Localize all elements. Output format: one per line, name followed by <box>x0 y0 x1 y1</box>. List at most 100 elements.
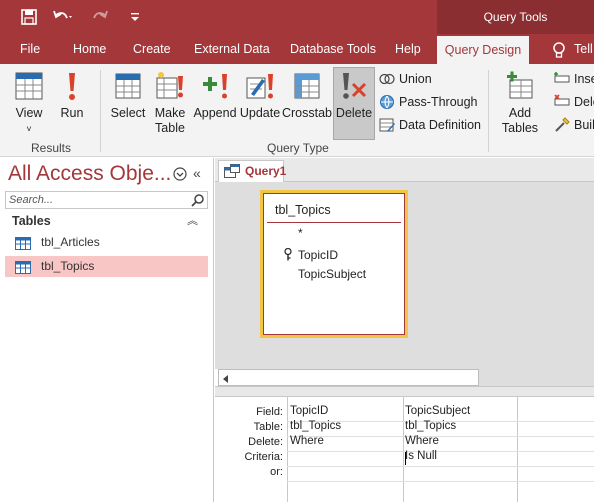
field-list-title[interactable]: tbl_Topics <box>275 203 331 217</box>
select-label: Select <box>110 106 146 120</box>
make-table-icon <box>154 70 186 102</box>
tab-help[interactable]: Help <box>389 34 427 64</box>
add-tables-icon <box>504 70 536 102</box>
tab-query1[interactable]: Query1 <box>218 160 287 182</box>
collapse-section-icon[interactable]: ︽ <box>187 212 198 230</box>
context-tab-label: Query Tools <box>483 10 548 24</box>
query-design-upper-pane: tbl_Topics * TopicID TopicSubject <box>215 182 594 369</box>
nav-pane-title[interactable]: All Access Obje... <box>8 162 171 186</box>
collapse-pane-icon[interactable]: « <box>193 165 201 181</box>
chevron-down-circle-icon[interactable] <box>173 167 187 181</box>
grid-column-divider <box>403 397 404 502</box>
update-query-button[interactable]: Update <box>239 70 281 121</box>
group-separator <box>488 70 489 152</box>
tables-section-header[interactable]: Tables ︽ <box>5 212 208 230</box>
pane-splitter[interactable] <box>215 386 594 397</box>
delete-rows-label: Dele <box>574 95 594 109</box>
tab-database-tools[interactable]: Database Tools <box>284 34 382 64</box>
tab-external-data[interactable]: External Data <box>188 34 276 64</box>
grid-column-divider <box>287 397 288 502</box>
exclamation-icon <box>56 70 88 102</box>
crosstab-query-icon <box>291 70 323 102</box>
scroll-gutter <box>479 369 594 386</box>
scroll-left-icon[interactable] <box>221 373 231 383</box>
grid-cell-delete[interactable]: Where <box>405 435 439 447</box>
grid-cell-table[interactable]: tbl_Topics <box>405 420 456 432</box>
data-definition-label: Data Definition <box>399 118 481 132</box>
union-label: Union <box>399 72 432 86</box>
insert-rows-button[interactable]: Inse <box>554 71 594 87</box>
view-button[interactable]: View ˅ <box>10 70 48 134</box>
grid-cell-delete[interactable]: Where <box>290 435 324 447</box>
select-query-button[interactable]: Select <box>110 70 146 121</box>
tables-section-label: Tables <box>12 214 51 228</box>
grid-cell-table[interactable]: tbl_Topics <box>290 420 341 432</box>
text-caret <box>405 452 406 465</box>
undo-icon[interactable] <box>48 6 78 28</box>
grid-cell-field[interactable]: TopicID <box>290 405 328 417</box>
pass-through-icon <box>379 94 395 110</box>
customize-qat-icon[interactable] <box>125 6 145 28</box>
make-table-button[interactable]: Make Table <box>152 70 188 136</box>
delete-rows-icon <box>554 94 570 110</box>
grid-cell-criteria[interactable]: Is Null <box>405 450 437 462</box>
tab-file[interactable]: File <box>14 34 46 64</box>
tab-tell-me[interactable]: Tell <box>546 34 594 64</box>
nav-item-tbl-articles[interactable]: tbl_Articles <box>5 232 208 253</box>
row-label-or: or: <box>270 466 283 478</box>
field-item-all[interactable]: * <box>298 226 303 240</box>
union-icon <box>379 71 395 87</box>
data-definition-button[interactable]: Data Definition <box>379 117 481 133</box>
document-tab-bar: Query1 <box>215 158 594 182</box>
tab-create[interactable]: Create <box>127 34 177 64</box>
builder-button[interactable]: Buil <box>554 117 594 133</box>
tab-query-design[interactable]: Query Design <box>437 36 529 64</box>
crosstab-query-button[interactable]: Crosstab <box>281 70 333 121</box>
insert-rows-label: Inse <box>574 72 594 86</box>
crosstab-label: Crosstab <box>281 106 333 120</box>
add-tables-label: Add Tables <box>501 106 539 135</box>
update-query-icon <box>244 70 276 102</box>
run-label: Run <box>60 106 84 120</box>
append-query-button[interactable]: Append <box>193 70 237 121</box>
builder-label: Buil <box>574 118 594 132</box>
run-button[interactable]: Run <box>56 70 88 121</box>
pass-through-label: Pass-Through <box>399 95 478 109</box>
results-group-label: Results <box>31 141 72 155</box>
tab-home[interactable]: Home <box>67 34 112 64</box>
pass-through-button[interactable]: Pass-Through <box>379 94 478 110</box>
search-icon[interactable] <box>191 193 205 207</box>
table-icon <box>15 236 31 250</box>
row-label-delete: Delete: <box>248 436 283 448</box>
grid-row-divider <box>287 436 594 437</box>
delete-rows-button[interactable]: Dele <box>554 94 594 110</box>
query1-tab-label: Query1 <box>245 164 287 178</box>
field-item-topicsubject[interactable]: TopicSubject <box>298 267 366 281</box>
append-query-icon <box>199 70 231 102</box>
ribbon: View ˅ Run Results Select Make Table App… <box>0 64 594 157</box>
field-list-tbl-topics[interactable]: tbl_Topics * TopicID TopicSubject <box>260 190 408 338</box>
key-icon <box>284 247 292 261</box>
add-tables-button[interactable]: Add Tables <box>500 70 540 136</box>
save-icon[interactable] <box>16 6 42 28</box>
append-label: Append <box>193 106 237 120</box>
builder-icon <box>554 117 570 133</box>
nav-item-tbl-topics[interactable]: tbl_Topics <box>5 256 208 277</box>
grid-row-divider <box>287 481 594 482</box>
datasheet-view-icon <box>13 70 45 102</box>
horizontal-scrollbar[interactable] <box>218 369 479 386</box>
grid-cell-criteria[interactable] <box>290 450 400 464</box>
update-label: Update <box>239 106 281 120</box>
grid-cell-or[interactable] <box>405 465 515 479</box>
nav-item-label: tbl_Topics <box>41 259 95 273</box>
delete-query-button[interactable]: Delete <box>333 70 375 121</box>
select-query-icon <box>112 70 144 102</box>
search-input[interactable]: Search... <box>5 191 208 209</box>
redo-icon[interactable] <box>85 6 115 28</box>
grid-cell-or[interactable] <box>290 465 400 479</box>
grid-cell-field[interactable]: TopicSubject <box>405 405 470 417</box>
union-button[interactable]: Union <box>379 71 432 87</box>
chevron-down-icon: ˅ <box>26 124 32 134</box>
tell-me-label: Tell <box>574 42 593 56</box>
field-item-topicid[interactable]: TopicID <box>298 248 338 262</box>
